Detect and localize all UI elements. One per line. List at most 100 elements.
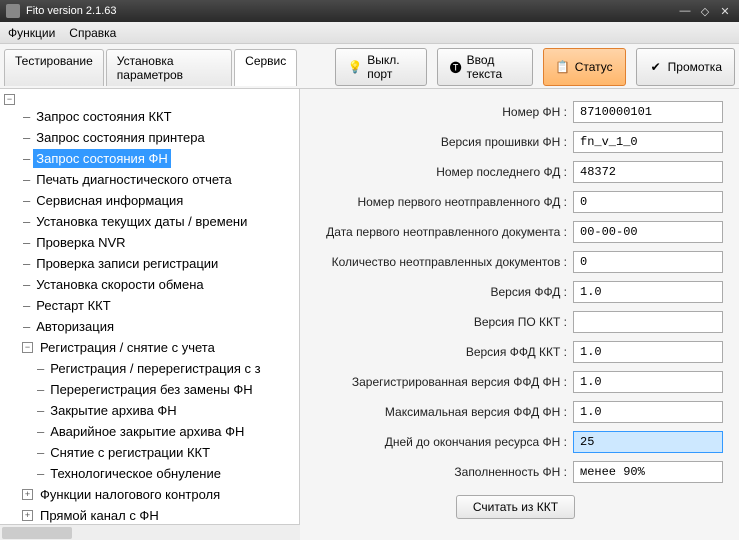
tree-label: Прямой канал с ФН xyxy=(37,506,162,524)
form-panel: Номер ФН : Версия прошивки ФН : Номер по… xyxy=(300,89,739,540)
tree-item[interactable]: –Закрытие архива ФН xyxy=(28,400,299,421)
input-unsent-count[interactable] xyxy=(573,251,723,273)
tree-item[interactable]: –Проверка записи регистрации xyxy=(14,253,299,274)
minimize-button[interactable]: ― xyxy=(677,3,693,19)
title-bar: Fito version 2.1.63 ― ◇ ✕ xyxy=(0,0,739,22)
rewind-icon: ✔ xyxy=(649,60,663,74)
tree-label: Запрос состояния ФН xyxy=(33,149,171,168)
label-kkt-ffd: Версия ФФД ККТ : xyxy=(308,345,573,359)
tab-params[interactable]: Установка параметров xyxy=(106,49,232,86)
tree-item[interactable]: –Печать диагностического отчета xyxy=(14,169,299,190)
input-ffd-version[interactable] xyxy=(573,281,723,303)
menu-help[interactable]: Справка xyxy=(69,26,116,40)
tree-group-registration[interactable]: −Регистрация / снятие с учета xyxy=(14,337,299,358)
label-fw-version: Версия прошивки ФН : xyxy=(308,135,573,149)
tree-item[interactable]: –Перерегистрация без замены ФН xyxy=(28,379,299,400)
input-fw-version[interactable] xyxy=(573,131,723,153)
status-label: Статус xyxy=(575,60,613,74)
expand-icon[interactable]: + xyxy=(22,489,33,500)
text-input-button[interactable]: 🅣 Ввод текста xyxy=(437,48,533,86)
expand-icon[interactable]: + xyxy=(22,510,33,521)
tree-panel[interactable]: − –Запрос состояния ККТ–Запрос состояния… xyxy=(0,89,300,524)
tree-item[interactable]: –Установка текущих даты / времени xyxy=(14,211,299,232)
dash-icon: – xyxy=(37,443,44,462)
maximize-button[interactable]: ◇ xyxy=(697,3,713,19)
input-fill[interactable] xyxy=(573,461,723,483)
tree-label: Сервисная информация xyxy=(33,191,186,210)
input-kkt-sw[interactable] xyxy=(573,311,723,333)
menu-bar: Функции Справка xyxy=(0,22,739,44)
label-ffd-version: Версия ФФД : xyxy=(308,285,573,299)
text-input-label: Ввод текста xyxy=(467,53,520,81)
tree-item[interactable]: –Запрос состояния ФН xyxy=(14,148,299,169)
collapse-icon[interactable]: − xyxy=(4,94,15,105)
tree-item[interactable]: –Установка скорости обмена xyxy=(14,274,299,295)
input-first-unsent-date[interactable] xyxy=(573,221,723,243)
tree-item[interactable]: –Сервисная информация xyxy=(14,190,299,211)
tab-testing[interactable]: Тестирование xyxy=(4,49,104,86)
toolbar-row: Тестирование Установка параметров Сервис… xyxy=(0,44,739,86)
input-days-left[interactable] xyxy=(573,431,723,453)
tree-item[interactable]: –Аварийное закрытие архива ФН xyxy=(28,421,299,442)
rewind-label: Промотка xyxy=(668,60,722,74)
dash-icon: – xyxy=(23,254,30,273)
tree-label: Аварийное закрытие архива ФН xyxy=(47,422,247,441)
input-fn-number[interactable] xyxy=(573,101,723,123)
toolbar-buttons: 💡 Выкл. порт 🅣 Ввод текста 📋 Статус ✔ Пр… xyxy=(335,48,735,86)
tree-item[interactable]: –Снятие с регистрации ККТ xyxy=(28,442,299,463)
window-title: Fito version 2.1.63 xyxy=(26,5,673,17)
tree-item[interactable]: + Функции налогового контроля xyxy=(14,484,299,505)
label-last-fd: Номер последнего ФД : xyxy=(308,165,573,179)
port-off-label: Выкл. порт xyxy=(367,53,413,81)
input-kkt-ffd[interactable] xyxy=(573,341,723,363)
dash-icon: – xyxy=(23,233,30,252)
tree-label: Проверка записи регистрации xyxy=(33,254,221,273)
dash-icon: – xyxy=(23,191,30,210)
tree-label: Перерегистрация без замены ФН xyxy=(47,380,255,399)
dash-icon: – xyxy=(37,401,44,420)
scrollbar-thumb[interactable] xyxy=(2,527,72,539)
tree-root[interactable]: − xyxy=(0,93,299,106)
menu-functions[interactable]: Функции xyxy=(8,26,55,40)
tree-label: Функции налогового контроля xyxy=(37,485,223,504)
tree-item[interactable]: –Рестарт ККТ xyxy=(14,295,299,316)
tree-label: Запрос состояния принтера xyxy=(33,128,207,147)
content-area: − –Запрос состояния ККТ–Запрос состояния… xyxy=(0,88,739,540)
tree-label: Регистрация / снятие с учета xyxy=(37,338,218,357)
dash-icon: – xyxy=(37,380,44,399)
close-button[interactable]: ✕ xyxy=(717,3,733,19)
dash-icon: – xyxy=(23,275,30,294)
label-first-unsent-date: Дата первого неотправленного документа : xyxy=(308,225,573,239)
dash-icon: – xyxy=(23,128,30,147)
bulb-icon: 💡 xyxy=(348,60,362,74)
tree-item[interactable]: –Запрос состояния принтера xyxy=(14,127,299,148)
port-off-button[interactable]: 💡 Выкл. порт xyxy=(335,48,426,86)
tree-item[interactable]: –Запрос состояния ККТ xyxy=(14,106,299,127)
tree-item[interactable]: –Регистрация / перерегистрация с з xyxy=(28,358,299,379)
tree-item[interactable]: –Технологическое обнуление xyxy=(28,463,299,484)
tab-strip: Тестирование Установка параметров Сервис xyxy=(4,49,299,86)
tree-label: Закрытие архива ФН xyxy=(47,401,179,420)
input-reg-ffd[interactable] xyxy=(573,371,723,393)
collapse-icon[interactable]: − xyxy=(22,342,33,353)
input-last-fd[interactable] xyxy=(573,161,723,183)
label-unsent-count: Количество неотправленных документов : xyxy=(308,255,573,269)
input-first-unsent[interactable] xyxy=(573,191,723,213)
read-from-kkt-button[interactable]: Считать из ККТ xyxy=(456,495,575,519)
tree-item[interactable]: –Проверка NVR xyxy=(14,232,299,253)
label-fn-number: Номер ФН : xyxy=(308,105,573,119)
tree-label: Рестарт ККТ xyxy=(33,296,113,315)
input-max-ffd[interactable] xyxy=(573,401,723,423)
dash-icon: – xyxy=(23,212,30,231)
tree-item[interactable]: –Авторизация xyxy=(14,316,299,337)
tree-label: Регистрация / перерегистрация с з xyxy=(47,359,263,378)
dash-icon: – xyxy=(23,296,30,315)
tree-label: Проверка NVR xyxy=(33,233,128,252)
status-button[interactable]: 📋 Статус xyxy=(543,48,626,86)
dash-icon: – xyxy=(23,170,30,189)
tree-label: Установка скорости обмена xyxy=(33,275,206,294)
tab-service[interactable]: Сервис xyxy=(234,49,297,86)
horizontal-scrollbar[interactable] xyxy=(0,524,300,540)
tree-item[interactable]: + Прямой канал с ФН xyxy=(14,505,299,524)
rewind-button[interactable]: ✔ Промотка xyxy=(636,48,735,86)
